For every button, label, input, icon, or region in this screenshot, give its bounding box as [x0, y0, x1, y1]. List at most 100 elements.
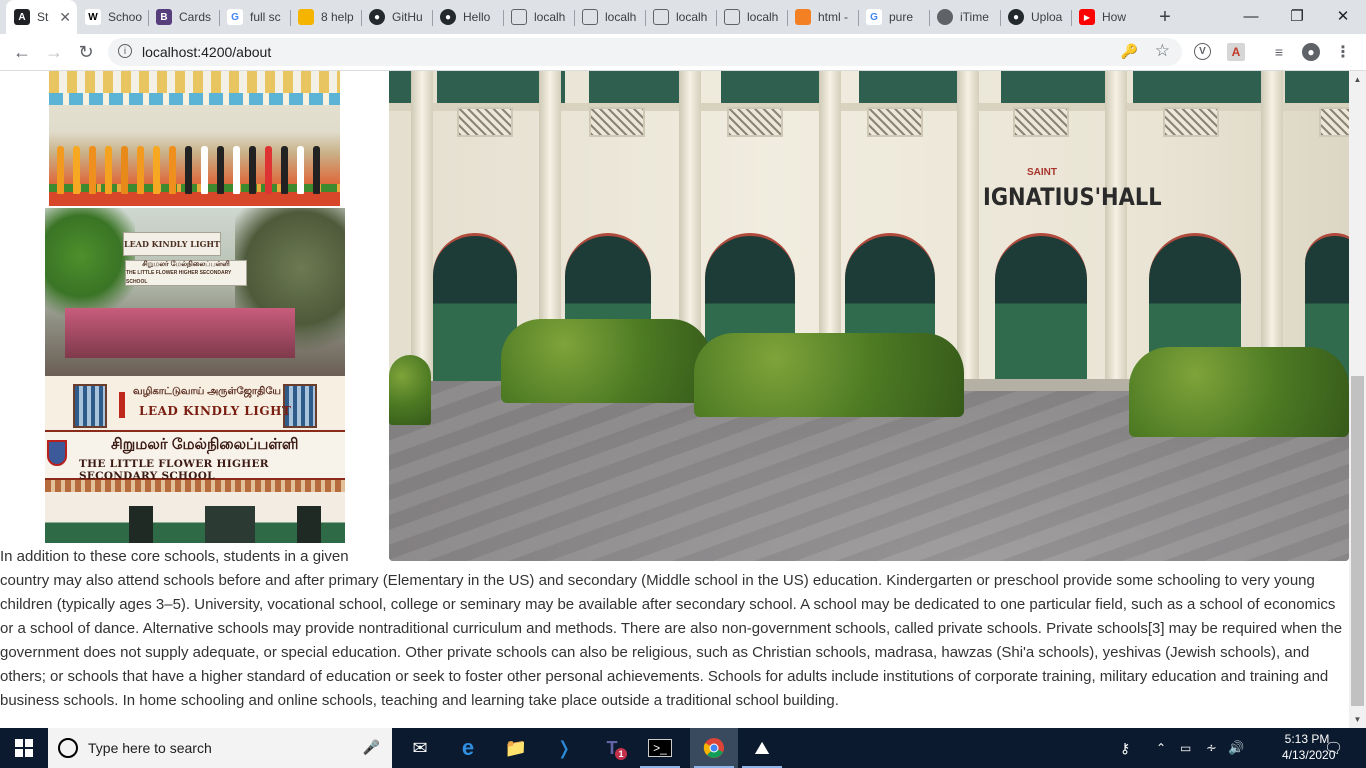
tab-separator	[645, 10, 646, 26]
windows-logo-icon	[15, 739, 33, 757]
wikipedia-icon: W	[85, 9, 101, 25]
browser-tab[interactable]: ● Hello	[432, 0, 503, 34]
media-control-icon[interactable]: ≡	[1270, 43, 1288, 61]
maximize-button[interactable]: ❐	[1274, 0, 1320, 32]
performer-figure	[233, 146, 240, 194]
address-bar[interactable]: i localhost:4200/about 🔑 ☆	[108, 38, 1182, 66]
performer-figure	[201, 146, 208, 194]
minimize-button[interactable]: —	[1228, 0, 1274, 32]
browser-tab[interactable]: Gfull sc	[219, 0, 290, 34]
tab-title: localh	[676, 10, 708, 24]
hall-name-text: IGNATIUS'HALL	[983, 183, 1162, 211]
browser-tab[interactable]: ● GitHu	[361, 0, 432, 34]
wifi-icon[interactable]: ∻	[1206, 728, 1217, 768]
close-window-button[interactable]: ✕	[1320, 0, 1366, 32]
browser-tab[interactable]: 8 help	[290, 0, 361, 34]
new-tab-button[interactable]: +	[1153, 5, 1177, 29]
localhost-icon	[724, 9, 740, 25]
localhost-icon	[511, 9, 527, 25]
show-hidden-icons-chevron-icon[interactable]: ⌃	[1156, 728, 1166, 768]
tab-title: Cards	[179, 10, 212, 24]
scrollbar-thumb[interactable]	[1351, 376, 1364, 706]
profile-avatar-icon[interactable]: ●	[1302, 43, 1320, 61]
taskbar-search-box[interactable]: Type here to search 🎤	[48, 728, 392, 768]
battery-icon[interactable]: ▭	[1180, 728, 1191, 768]
browser-tab[interactable]: html -	[787, 0, 858, 34]
stackoverflow-icon	[795, 9, 811, 25]
performer-figure	[297, 146, 304, 194]
teams-icon[interactable]: T 1	[588, 728, 636, 768]
forward-icon[interactable]: →	[40, 38, 68, 66]
localhost-icon	[653, 9, 669, 25]
people-icon[interactable]: ⚷	[1120, 728, 1130, 768]
pdf-extension-icon[interactable]: A	[1227, 43, 1245, 61]
tab-separator	[503, 10, 504, 26]
tab-title: GitHu	[392, 10, 423, 24]
close-tab-icon[interactable]: ✕	[59, 9, 71, 26]
teams-notification-badge: 1	[615, 748, 627, 760]
browser-tab[interactable]: iTime	[929, 0, 1000, 34]
notification-center-icon[interactable]: 🗨	[1324, 728, 1343, 768]
performer-figure	[137, 146, 144, 194]
browser-tab[interactable]: ● Uploa	[1000, 0, 1071, 34]
microphone-icon[interactable]: 🎤	[363, 739, 380, 756]
small-school-name-sign: சிறுமலர் மேல்நிலைப்பள்ளி THE LITTLE FLOW…	[125, 260, 247, 286]
browser-tab[interactable]: W Schoo	[77, 0, 148, 34]
tab-title: localh	[747, 10, 779, 24]
chrome-icon[interactable]	[690, 728, 738, 768]
performer-figure	[153, 146, 160, 194]
tab-title: Schoo	[108, 10, 142, 24]
browser-tab[interactable]: localh	[716, 0, 787, 34]
github-icon: ●	[369, 9, 385, 25]
browser-tab[interactable]: localh	[503, 0, 574, 34]
youtube-icon: ▶	[1079, 9, 1095, 25]
start-button[interactable]	[0, 728, 48, 768]
key-icon[interactable]: 🔑	[1121, 43, 1138, 60]
tab-title: St	[37, 10, 49, 24]
scroll-down-arrow-icon[interactable]: ▼	[1349, 711, 1366, 728]
photos-icon[interactable]: ⛰	[738, 728, 786, 768]
bookmark-star-icon[interactable]: ☆	[1155, 41, 1170, 61]
menu-kebab-icon[interactable]: ⋮	[1334, 43, 1352, 61]
browser-tab[interactable]: A St ✕	[6, 0, 77, 34]
back-icon[interactable]: ←	[8, 38, 36, 66]
tamil-motto-text: வழிகாட்டுவாய் அருள்ஜோதியே	[133, 386, 282, 397]
lead-kindly-light-text: LEAD KINDLY LIGHT	[139, 404, 292, 418]
tab-separator	[361, 10, 362, 26]
edge-icon[interactable]: e	[444, 728, 492, 768]
page-scrollbar[interactable]: ▲ ▼	[1349, 71, 1366, 728]
taskbar-search-placeholder[interactable]: Type here to search	[88, 740, 212, 756]
vivaldi-extension-icon[interactable]: V	[1194, 43, 1211, 60]
browser-tab[interactable]: localh	[645, 0, 716, 34]
browser-tab[interactable]: B Cards	[148, 0, 219, 34]
performer-figure	[89, 146, 96, 194]
performer-figure	[281, 146, 288, 194]
tab-title: How	[1102, 10, 1127, 24]
volume-icon[interactable]: 🔊	[1228, 728, 1244, 768]
scroll-up-arrow-icon[interactable]: ▲	[1349, 71, 1366, 88]
tab-separator	[1000, 10, 1001, 26]
bootstrap-icon: B	[156, 9, 172, 25]
reload-icon[interactable]: ↻	[72, 38, 100, 66]
github-icon: ●	[440, 9, 456, 25]
file-explorer-icon[interactable]: 📁	[492, 728, 540, 768]
about-paragraph: In addition to these core schools, stude…	[0, 548, 1343, 709]
terminal-icon[interactable]: >_	[636, 728, 684, 768]
localhost-icon	[582, 9, 598, 25]
vscode-icon[interactable]: ❭	[540, 728, 588, 768]
small-school-english-text: THE LITTLE FLOWER HIGHER SECONDARY SCHOO…	[126, 269, 232, 285]
address-url[interactable]: localhost:4200/about	[142, 44, 271, 60]
site-info-icon[interactable]: i	[118, 44, 132, 58]
browser-tab[interactable]: localh	[574, 0, 645, 34]
browser-tab[interactable]: ▶ How	[1071, 0, 1142, 34]
performer-figure	[105, 146, 112, 194]
browser-tab[interactable]: Gpure	[858, 0, 929, 34]
mail-icon[interactable]: ✉	[396, 728, 444, 768]
google-icon: G	[866, 9, 882, 25]
tab-separator	[290, 10, 291, 26]
small-lead-kindly-light-sign: LEAD KINDLY LIGHT	[123, 232, 221, 256]
school-name-text: THE LITTLE FLOWER HIGHER SECONDARY SCHOO…	[79, 458, 269, 482]
browser-toolbar: ← → ↻ i localhost:4200/about 🔑 ☆ V A ≡ ●…	[0, 34, 1366, 71]
tab-title: 8 help	[321, 10, 354, 24]
tab-title: localh	[605, 10, 637, 24]
